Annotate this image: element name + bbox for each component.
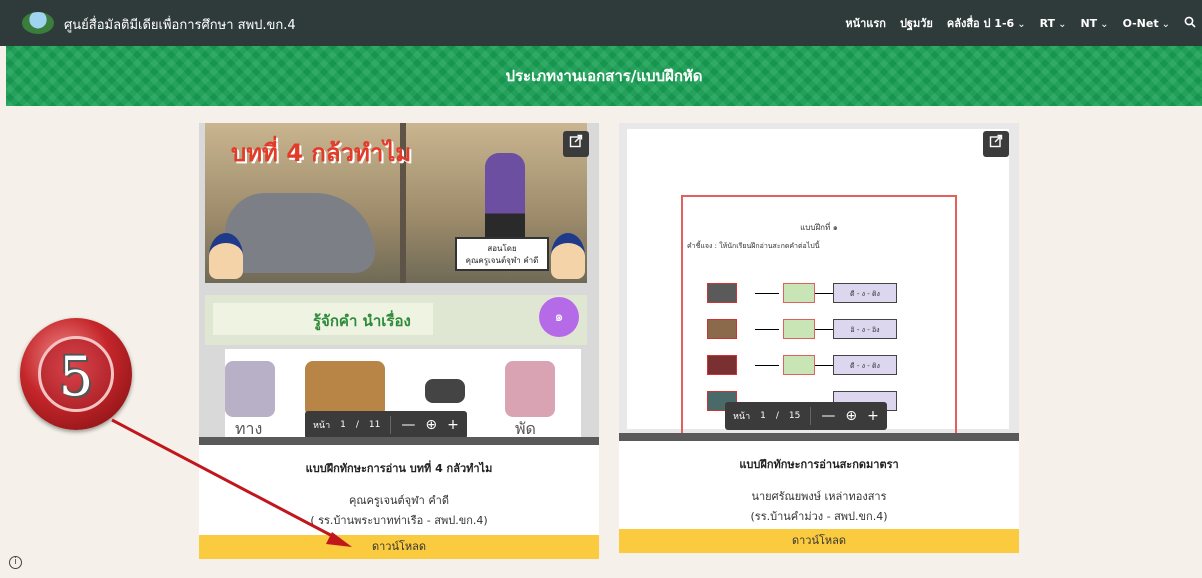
- step-number-inner: 5: [38, 336, 114, 412]
- step-number-badge: 5: [20, 318, 132, 430]
- preview-scroll-track: [199, 437, 599, 445]
- zoom-in-button[interactable]: +: [447, 417, 459, 433]
- card-title: แบบฝึกทักษะการอ่านสะกดมาตรา: [739, 458, 899, 471]
- site-logo[interactable]: [22, 12, 54, 34]
- arrow: [755, 329, 779, 330]
- exercise-image: [707, 355, 737, 375]
- page-banner: ประเภทงานเอกสาร/แบบฝึกหัด: [6, 46, 1202, 106]
- zoom-icon[interactable]: ⊕: [845, 408, 857, 424]
- open-external-icon: [989, 134, 1003, 148]
- page-total: 11: [368, 420, 381, 430]
- card-school: ( รร.บ้านพระบาทท่าเรือ - สพป.ขก.4): [310, 514, 488, 527]
- document-page: แบบฝึกที่ ๑ คำชี้แจง : ให้นักเรียนฝึกอ่า…: [627, 129, 1009, 435]
- arrow: [755, 293, 779, 294]
- connector: [815, 329, 833, 330]
- card-body: แบบฝึกทักษะการอ่านสะกดมาตรา นายศรัณยพงษ์…: [619, 441, 1019, 525]
- connector: [815, 293, 833, 294]
- nav-home[interactable]: หน้าแรก: [845, 14, 886, 32]
- zoom-icon[interactable]: ⊕: [425, 417, 437, 433]
- page-label: หน้า: [313, 421, 331, 431]
- top-navbar: ศูนย์สื่อมัลติมีเดียเพื่อการศึกษา สพป.ขก…: [0, 0, 1202, 46]
- house-image: [225, 361, 275, 417]
- page-separator: /: [355, 420, 359, 430]
- chevron-down-icon: ⌄: [1100, 18, 1109, 30]
- pdf-toolbar: หน้า 1 / 11 — ⊕ +: [305, 411, 467, 439]
- nav-media-p1-6[interactable]: คลังสื่อ ป 1-6 ⌄: [947, 14, 1026, 32]
- nav-preschool[interactable]: ปฐมวัย: [900, 14, 933, 32]
- connector: [815, 365, 833, 366]
- zoom-out-button[interactable]: —: [821, 408, 835, 424]
- preview-scroll-track: [619, 433, 1019, 441]
- download-button[interactable]: ดาวน์โหลด: [199, 535, 599, 559]
- answer-box: [783, 319, 815, 339]
- pdf-toolbar: หน้า 1 / 15 — ⊕ +: [725, 402, 887, 430]
- flower-image: [505, 361, 555, 417]
- spelling-box: ดี - ง - ดิง: [833, 283, 897, 303]
- insect-image: [425, 379, 465, 403]
- cartoon-kid-image: [209, 233, 243, 279]
- media-card: แบบฝึกที่ ๑ คำชี้แจง : ให้นักเรียนฝึกอ่า…: [619, 123, 1019, 553]
- page-separator: /: [775, 411, 779, 421]
- exercise-image: [707, 319, 737, 339]
- page-label: หน้า: [733, 412, 751, 422]
- chevron-down-icon: ⌄: [1017, 19, 1026, 30]
- open-external-icon: [569, 134, 583, 148]
- exercise-row: ดี - ง - ดิง: [707, 355, 923, 377]
- exercise-image: [707, 283, 737, 303]
- document-instruction: คำชี้แจง : ให้นักเรียนฝึกอ่านสะกดคำต่อไป…: [687, 242, 820, 250]
- logs-image: [305, 361, 385, 417]
- nav-rt[interactable]: RT ⌄: [1040, 17, 1067, 30]
- spelling-box: อิ - ง - อิง: [833, 319, 897, 339]
- exercise-row: ดี - ง - ดิง: [707, 283, 923, 305]
- page-title: ประเภทงานเอกสาร/แบบฝึกหัด: [505, 67, 703, 85]
- cartoon-kid-image: [551, 233, 585, 279]
- chevron-down-icon: ⌄: [1058, 18, 1067, 30]
- exercise-row: อิ - ง - อิง: [707, 319, 923, 341]
- page-total: 15: [788, 411, 801, 421]
- card-author: คุณครูเจนต์จุฬา คำดี: [348, 494, 449, 507]
- toolbar-divider: [390, 416, 392, 434]
- section-header: รู้จักคำ นำเรื่อง ๑: [205, 295, 587, 345]
- site-title[interactable]: ศูนย์สื่อมัลติมีเดียเพื่อการศึกษา สพป.ขก…: [64, 14, 296, 35]
- toolbar-divider: [810, 407, 812, 425]
- open-external-button[interactable]: [983, 131, 1009, 157]
- document-title: แบบฝึกที่ ๑: [800, 223, 838, 232]
- pdf-preview[interactable]: บทที่ 4 กล้วทำไม สอนโดย คุณครูเจนต์จุฬา …: [199, 123, 599, 445]
- elephant-image: [225, 193, 375, 273]
- spelling-box: ดี - ง - ดิง: [833, 355, 897, 375]
- card-author: นายศรัณยพงษ์ เหล่าทองสาร: [751, 490, 887, 503]
- step-number: 5: [58, 345, 94, 408]
- card-title: แบบฝึกทักษะการอ่าน บทที่ 4 กลัวทำไม: [305, 462, 493, 475]
- document-frame: แบบฝึกที่ ๑ คำชี้แจง : ให้นักเรียนฝึกอ่า…: [681, 195, 957, 435]
- answer-box: [783, 355, 815, 375]
- open-external-button[interactable]: [563, 131, 589, 157]
- zoom-in-button[interactable]: +: [867, 408, 879, 424]
- page-number-input[interactable]: 1: [760, 411, 766, 421]
- section-number-badge: ๑: [539, 297, 579, 337]
- card-school: (รร.บ้านคำม่วง - สพป.ขก.4): [750, 510, 888, 523]
- pdf-preview[interactable]: แบบฝึกที่ ๑ คำชี้แจง : ให้นักเรียนฝึกอ่า…: [619, 123, 1019, 441]
- card-body: แบบฝึกทักษะการอ่าน บทที่ 4 กลัวทำไม คุณค…: [199, 445, 599, 529]
- search-icon[interactable]: [1184, 16, 1196, 31]
- arrow: [755, 365, 779, 366]
- nav-nt[interactable]: NT ⌄: [1080, 17, 1108, 30]
- cover-headline: บทที่ 4 กล้วทำไม: [231, 139, 412, 167]
- zoom-out-button[interactable]: —: [401, 417, 415, 433]
- main-nav: หน้าแรก ปฐมวัย คลังสื่อ ป 1-6 ⌄ RT ⌄ NT ⌄ O…: [845, 14, 1196, 32]
- download-button[interactable]: ดาวน์โหลด: [619, 529, 1019, 553]
- media-card: บทที่ 4 กล้วทำไม สอนโดย คุณครูเจนต์จุฬา …: [199, 123, 599, 559]
- chevron-down-icon: ⌄: [1161, 18, 1170, 30]
- cover-illustration: บทที่ 4 กล้วทำไม สอนโดย คุณครูเจนต์จุฬา …: [205, 123, 587, 283]
- answer-box: [783, 283, 815, 303]
- teacher-sign: สอนโดย คุณครูเจนต์จุฬา คำดี: [455, 237, 549, 271]
- page-number-input[interactable]: 1: [340, 420, 346, 430]
- nav-onet[interactable]: O-Net ⌄: [1123, 17, 1170, 30]
- section-title: รู้จักคำ นำเรื่อง: [213, 303, 433, 335]
- info-icon[interactable]: i: [9, 556, 22, 569]
